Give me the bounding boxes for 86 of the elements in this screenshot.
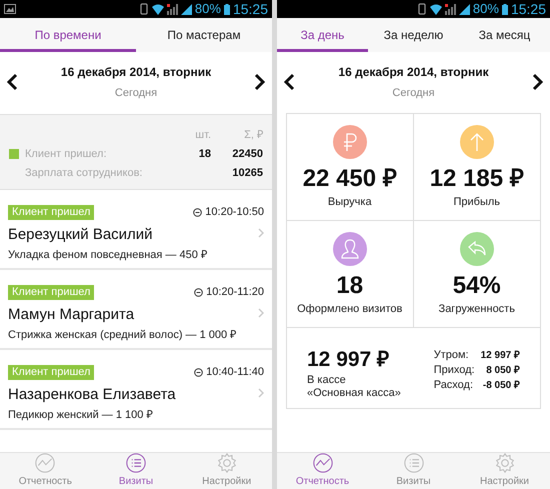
summary-label: Клиент пришел: [25,146,108,162]
summary-label: Зарплата сотрудников: [25,166,144,181]
summary-sum: 22450 [231,146,263,162]
service-text: Стрижка женская (средний волос) — 1 000 ₽ [8,328,238,343]
chevron-right-icon [254,73,266,91]
signal-icon [180,4,192,14]
column-header: Σ, ₽ [243,128,263,143]
client-name: Назаренкова Елизавета [8,384,176,404]
visit-time: 10:20-10:50 [205,205,264,220]
clock-time: 15:25 [510,0,546,18]
stat-label: Прибыль [453,195,500,210]
cash-line-value: -8 050 ₽ [482,379,520,393]
service-text: Укладка феном повседневная — 450 ₽ [8,248,208,263]
chevron-right-icon [532,73,544,91]
cash-line-value: 8 050 ₽ [485,364,520,378]
stat-value: 54% [452,272,501,300]
stat-value: 22 450 ₽ [302,165,397,193]
clock-icon [194,368,204,377]
list-icon [402,453,426,473]
cash-value: 12 997 ₽ [307,348,390,372]
ruble-icon [332,125,367,159]
nav-item[interactable]: Настройки [181,453,272,489]
clock-time: 15:25 [232,0,268,18]
status-badge: Клиент пришел [8,364,94,380]
summary-sum: 10265 [231,166,263,181]
column-header: шт. [194,128,211,143]
stat-label: Оформлено визитов [297,302,402,317]
stat-label: Выручка [328,195,372,210]
rotation-icon [138,3,149,15]
client-name: Мамун Маргарита [8,304,134,324]
chart-icon [33,453,58,473]
service-text: Педикюр женский — 1 100 ₽ [8,408,154,423]
chevron-left-icon [6,73,18,91]
cash-line-label: Приход: [434,363,475,378]
visit-item[interactable]: Клиент пришел 10:40-11:40 Назаренкова Елизавета Педикюр женский — 1 100 ₽ [0,350,272,430]
chevron-left-icon [283,73,295,91]
wifi-icon [152,4,164,14]
cash-line-label: Утром: [434,348,470,363]
visit-time: 10:20-11:20 [206,285,264,300]
list-icon [124,453,148,473]
picture-icon [4,4,16,14]
tab[interactable]: За день [277,18,368,52]
cash-line-value: 12 997 ₽ [480,349,520,363]
battery-icon [502,4,508,14]
cash-label: В кассе [307,374,347,387]
cash-line-label: Расход: [434,378,474,393]
rotation-icon [416,3,427,15]
summary-count: 18 [198,146,211,162]
status-badge: Клиент пришел [8,204,94,220]
tab[interactable]: По времени [0,18,136,52]
stat-value: 18 [336,272,364,300]
chart-icon [310,453,334,473]
clock-icon [194,288,204,297]
day-label: Сегодня [392,86,435,101]
nav-item[interactable]: Отчетность [277,453,368,489]
chevron-right-icon [258,388,264,398]
visit-time: 10:40-11:40 [206,365,264,380]
signal-icon [458,4,470,14]
battery-icon [224,4,230,14]
nav-item[interactable]: Настройки [459,453,550,489]
battery-level: 80% [194,0,221,18]
date-title: 16 декабря 2014, вторник [60,64,212,81]
clock-icon [193,208,202,217]
stat-label: Загруженность [438,302,515,317]
tab[interactable]: За неделю [368,18,459,52]
register-name: «Основная касса» [307,387,402,400]
nav-item[interactable]: Визиты [90,453,182,489]
chevron-right-icon [258,228,264,238]
person-icon [332,232,367,266]
signal-icon [166,4,178,14]
day-label: Сегодня [114,86,158,101]
tab[interactable]: По мастерам [136,18,272,52]
nav-item[interactable]: Визиты [368,453,459,489]
chevron-right-icon [258,308,264,318]
nav-item[interactable]: Отчетность [0,453,91,489]
battery-level: 80% [472,0,499,18]
date-title: 16 декабря 2014, вторник [338,64,489,81]
tab[interactable]: За месяц [459,18,550,52]
client-name: Березуцкий Василий [8,224,153,244]
visit-item[interactable]: Клиент пришел 10:20-10:50 Березуцкий Василий Укладка феном повседневная — 450 ₽ [0,190,272,270]
arrow-up-icon [460,125,494,159]
signal-icon [444,4,456,14]
status-badge: Клиент пришел [8,284,94,300]
wifi-icon [430,4,442,14]
stat-value: 12 185 ₽ [430,165,524,193]
visit-item[interactable]: Клиент пришел 10:20-11:20 Мамун Маргарита Стрижка женская (средний волос) — 1 000 ₽ [0,270,272,350]
